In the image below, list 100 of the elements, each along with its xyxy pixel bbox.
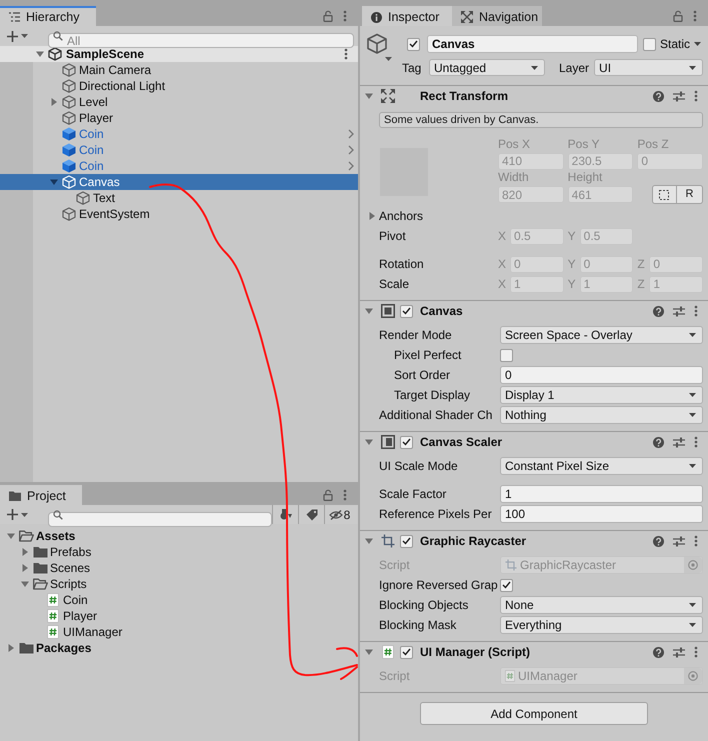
dropdown[interactable]: Display 1 [500, 386, 703, 404]
cube-outline-icon[interactable] [366, 33, 392, 61]
checkbox[interactable] [400, 534, 413, 548]
component-title: Canvas Scaler [420, 434, 502, 451]
tag-dropdown[interactable]: Untagged [429, 59, 545, 76]
triangle-right-icon[interactable] [7, 644, 15, 652]
text-field[interactable]: 0 [500, 366, 703, 384]
search-field[interactable] [48, 512, 272, 526]
dropdown[interactable]: Everything [500, 616, 703, 634]
help-icon[interactable] [653, 306, 664, 316]
hierarchy-item[interactable]: EventSystem [0, 206, 358, 222]
blueprint-mode-button[interactable] [652, 185, 677, 204]
hierarchy-item[interactable]: Directional Light [0, 78, 358, 94]
sliders-icon[interactable] [673, 306, 685, 316]
triangle-down-icon[interactable] [365, 307, 373, 315]
hierarchy-item[interactable]: Coin [0, 142, 358, 158]
layer-label: Layer [559, 60, 590, 76]
triangle-down-icon[interactable] [50, 178, 58, 186]
triangle-right-icon[interactable] [21, 564, 29, 572]
name-field[interactable]: Canvas [427, 35, 638, 53]
component-title: UI Manager (Script) [420, 644, 530, 661]
hierarchy-item[interactable]: Text [0, 190, 358, 206]
hash-file-icon [47, 625, 59, 639]
search-field[interactable]: All [48, 33, 354, 48]
project-item[interactable]: UIManager [0, 624, 358, 640]
triangle-down-icon[interactable] [365, 648, 373, 656]
triangle-down-icon[interactable] [365, 438, 373, 446]
layer-dropdown[interactable]: UI [594, 59, 703, 76]
help-icon[interactable] [653, 646, 664, 658]
lock-icon[interactable] [323, 10, 333, 22]
triangle-down-icon[interactable] [36, 50, 44, 58]
dropdown[interactable]: None [500, 596, 703, 614]
sliders-icon[interactable] [673, 646, 685, 658]
panel-tab[interactable]: Hierarchy [0, 6, 96, 26]
project-item[interactable]: Packages [0, 640, 358, 656]
panel-tab[interactable]: Inspector [362, 6, 452, 26]
project-item[interactable]: Scripts [0, 576, 358, 592]
project-item[interactable]: Scenes [0, 560, 358, 576]
menu-icon[interactable] [343, 10, 347, 22]
hierarchy-item[interactable]: Coin [0, 158, 358, 174]
hierarchy-item[interactable]: Level [0, 94, 358, 110]
help-message: Some values driven by Canvas. [379, 112, 703, 128]
menu-icon[interactable] [694, 305, 698, 317]
property-label: Scale Factor [379, 486, 446, 503]
hierarchy-item[interactable]: Main Camera [0, 62, 358, 78]
panel-tab[interactable]: Project [0, 485, 82, 505]
menu-icon[interactable] [693, 10, 697, 22]
checkbox[interactable] [400, 436, 413, 448]
help-icon[interactable] [653, 536, 664, 546]
menu-icon[interactable] [694, 90, 698, 102]
help-icon[interactable] [653, 90, 664, 102]
lock-icon[interactable] [323, 489, 333, 501]
text-field[interactable]: 1 [500, 485, 703, 503]
dropdown[interactable]: Nothing [500, 406, 703, 424]
menu-icon[interactable] [694, 646, 698, 658]
property-label: UI Scale Mode [379, 458, 458, 475]
add-component-button[interactable]: Add Component [420, 702, 648, 725]
triangle-down-icon[interactable] [365, 537, 373, 545]
axis-label: Z [637, 276, 645, 293]
menu-icon[interactable] [694, 436, 698, 448]
caret-down-icon [689, 393, 696, 397]
project-item[interactable]: Player [0, 608, 358, 624]
property-label: Blocking Mask [379, 617, 456, 634]
checkbox[interactable] [400, 646, 413, 658]
triangle-right-icon[interactable] [50, 98, 58, 106]
triangle-right-icon[interactable] [21, 548, 29, 556]
panel-tab[interactable]: Navigation [452, 6, 542, 26]
help-icon[interactable] [653, 436, 664, 448]
static-dropdown[interactable]: Static [660, 35, 702, 53]
hierarchy-item[interactable]: Canvas [0, 174, 358, 190]
folder-icon [33, 546, 48, 558]
hierarchy-item[interactable]: Player [0, 110, 358, 126]
checkbox[interactable] [500, 578, 513, 592]
project-item[interactable]: Prefabs [0, 544, 358, 560]
list-icon [9, 12, 20, 22]
sliders-icon[interactable] [673, 90, 685, 102]
menu-icon[interactable] [343, 489, 347, 501]
menu-icon[interactable] [344, 48, 348, 60]
triangle-down-icon[interactable] [365, 92, 373, 100]
project-item[interactable]: Coin [0, 592, 358, 608]
cube-outline-icon [62, 79, 76, 93]
dropdown[interactable]: Constant Pixel Size [500, 457, 703, 475]
text-field[interactable]: 100 [500, 505, 703, 523]
checkbox[interactable] [500, 348, 513, 362]
sliders-icon[interactable] [673, 436, 685, 448]
checkbox[interactable] [407, 38, 420, 50]
triangle-down-icon[interactable] [21, 580, 29, 588]
dropdown[interactable]: Screen Space - Overlay [500, 326, 703, 344]
menu-icon[interactable] [694, 535, 698, 547]
lock-icon[interactable] [673, 10, 683, 22]
property-label: Target Display [394, 387, 470, 404]
sliders-icon[interactable] [673, 536, 685, 546]
project-item[interactable]: Assets [0, 528, 358, 544]
triangle-right-icon[interactable] [368, 212, 376, 220]
foldout-label[interactable]: Anchors [379, 207, 424, 225]
checkbox[interactable] [400, 304, 413, 318]
raw-edit-button[interactable]: R [676, 185, 703, 204]
checkbox[interactable] [643, 38, 656, 50]
hierarchy-item[interactable]: Coin [0, 126, 358, 142]
triangle-down-icon[interactable] [7, 532, 15, 540]
